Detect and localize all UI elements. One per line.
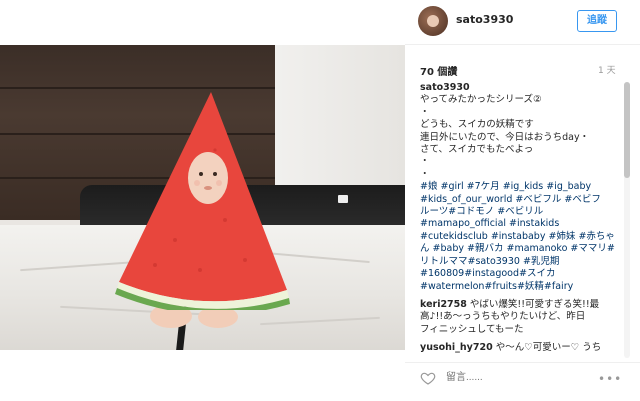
caption-line: 連日外にいたので、今日はおうちday・ [420, 131, 590, 143]
watermelon-slice [115, 92, 290, 310]
comments-list: keri2758 やばい爆笑!!可愛すぎる笑!!最 高♪!!あ〜っうちもやりたい… [420, 299, 605, 355]
caption-line: さて、スイカでもたべよっ [420, 144, 534, 156]
hashtag-line[interactable]: #kids_of_our_world #ベビフル #ベビフ [420, 194, 605, 206]
likes-count[interactable]: 70 個讚 [420, 63, 457, 78]
caption-line: ・ [420, 106, 430, 118]
post-photo[interactable] [0, 45, 405, 350]
heart-icon[interactable] [420, 370, 436, 386]
caption: sato3930 やってみたかったシリーズ② ・ どうも、スイカの妖精です 連日… [420, 82, 615, 293]
header-username[interactable]: sato3930 [456, 13, 513, 26]
baby-face [188, 152, 228, 204]
hashtag-line[interactable]: #160809#instagood#スイカ [420, 268, 605, 280]
wall-switch [338, 195, 348, 203]
caption-line: やってみたかったシリーズ② [420, 94, 542, 106]
hashtag-line[interactable]: #watermelon#fruits#妖精#fairy [420, 281, 605, 293]
caption-line: ・ [420, 156, 430, 168]
comment: yusohi_hy720 や〜ん♡可愛いー♡ うち [420, 342, 605, 354]
hashtag-line[interactable]: リトルママ#sato3930 #乳児期 [420, 256, 605, 268]
follow-button[interactable]: 追蹤 [577, 10, 617, 32]
more-options-icon[interactable]: ••• [598, 372, 622, 386]
post-time[interactable]: 1 天 [598, 63, 616, 76]
hashtag-line[interactable]: #娘 #girl #7ケ月 #ig_kids #ig_baby [420, 181, 605, 193]
scrollbar-thumb[interactable] [624, 82, 630, 178]
comment-username[interactable]: yusohi_hy720 [420, 342, 493, 353]
comment-text: や〜ん♡可愛いー♡ うち [492, 342, 602, 354]
hashtag-line[interactable]: #cutekidsclub #instababy #姉妹 #赤ちゃ [420, 231, 615, 243]
instagram-post: sato3930 追蹤 70 個讚 1 天 sato3930 やってみたかったシ… [0, 0, 640, 400]
comment-input[interactable] [444, 371, 580, 384]
comment-text: やばい爆笑!!可愛すぎる笑!!最 [466, 299, 600, 310]
comment-text: 高♪!!あ〜っうちもやりたいけど、昨日 [420, 311, 586, 323]
comment: keri2758 やばい爆笑!!可愛すぎる笑!!最 高♪!!あ〜っうちもやりたい… [420, 299, 605, 336]
caption-username[interactable]: sato3930 [420, 82, 470, 93]
comment-username[interactable]: keri2758 [420, 299, 467, 310]
hashtag-line[interactable]: ん #baby #親バカ #mamanoko #ママリ# [420, 243, 615, 255]
hashtag-line[interactable]: ルーツ#コドモノ #ベビリル [420, 206, 605, 218]
caption-line: ・ [420, 168, 430, 180]
comment-text: フィニッシュしてもーた [420, 323, 524, 335]
avatar[interactable] [418, 6, 448, 36]
caption-line: どうも、スイカの妖精です [420, 119, 534, 131]
hashtag-line[interactable]: #mamapo_official #instakids [420, 218, 605, 230]
